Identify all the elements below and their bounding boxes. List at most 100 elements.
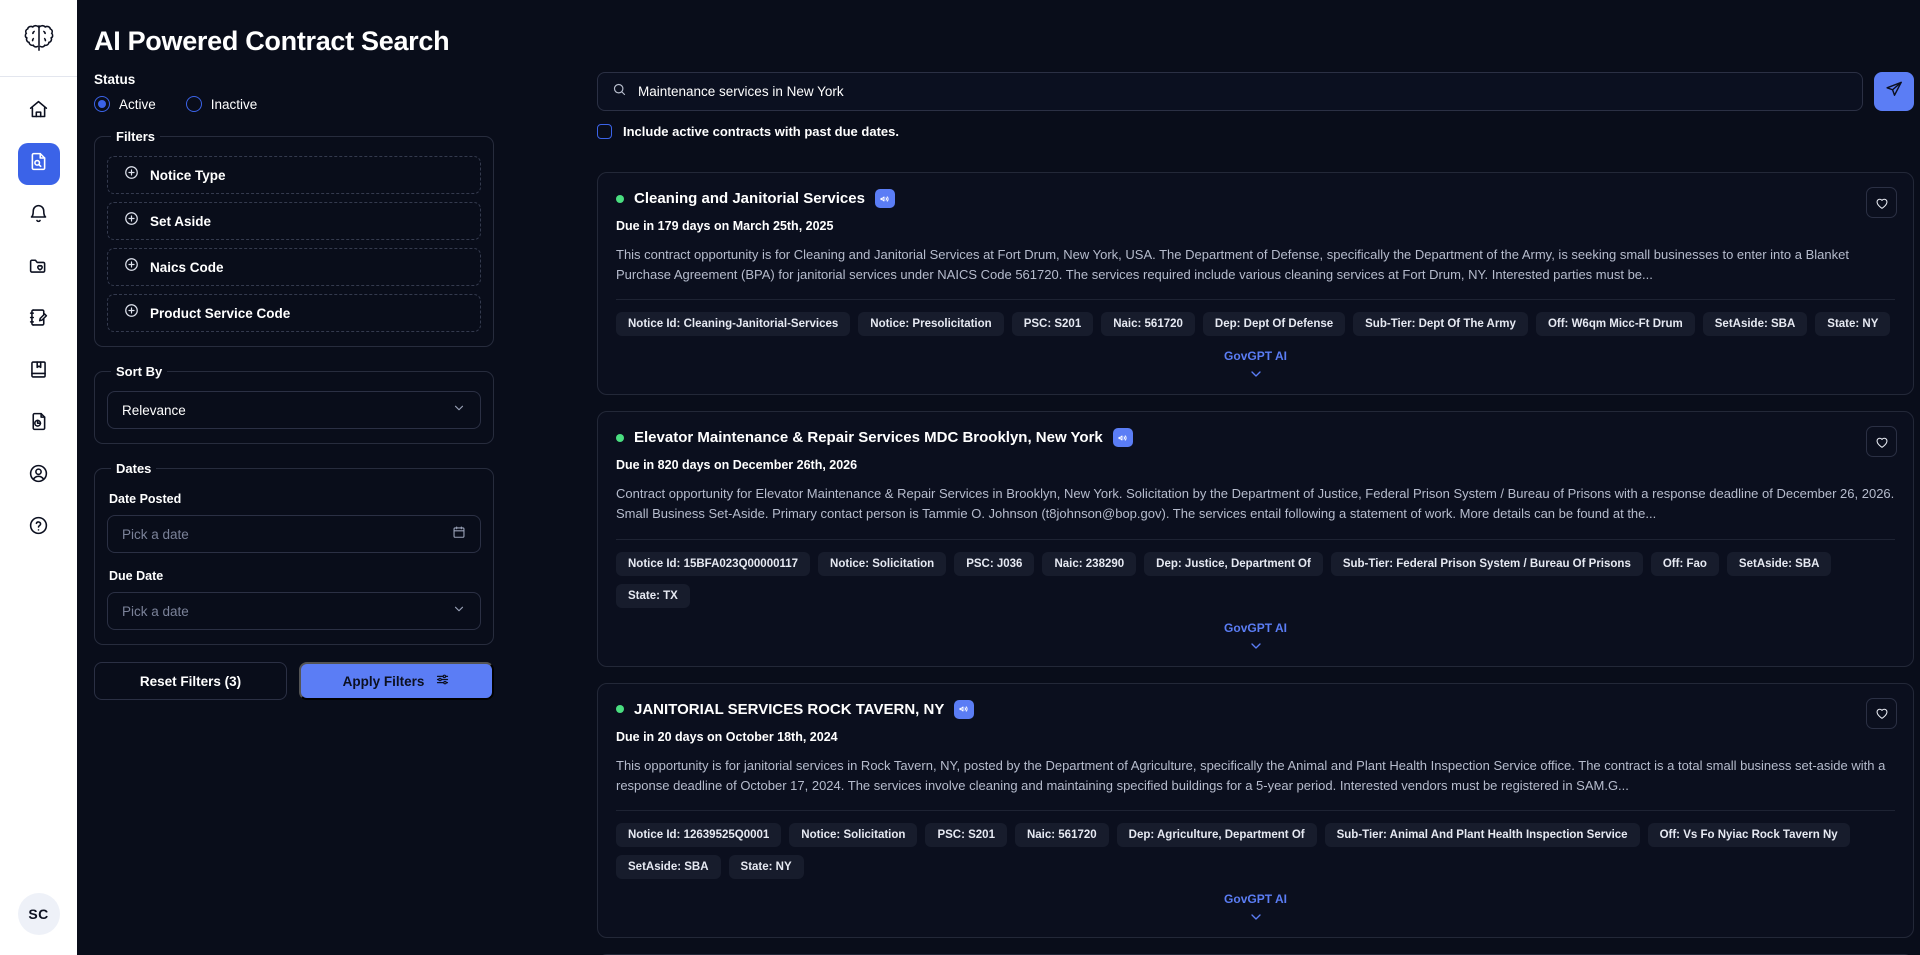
tag-state[interactable]: State: TX xyxy=(616,583,690,608)
result-card[interactable]: JANITORIAL SERVICES ROCK TAVERN, NY Due … xyxy=(597,682,1914,938)
expand-card-button[interactable] xyxy=(616,638,1895,654)
save-contract-button[interactable] xyxy=(1866,697,1897,729)
status-badge xyxy=(616,194,624,203)
tag-naic[interactable]: Naic: 238290 xyxy=(1042,551,1137,576)
sidebar-item-notes[interactable] xyxy=(18,299,60,341)
filter-actions: Reset Filters (3) Apply Filters xyxy=(94,662,494,700)
radio-indicator-active xyxy=(94,96,110,112)
result-due-date: Due in 820 days on December 26th, 2026 xyxy=(616,458,858,473)
sidebar-item-contract-search[interactable] xyxy=(17,143,60,185)
expand-card-button[interactable] xyxy=(616,909,1895,925)
tag-setaside[interactable]: SetAside: SBA xyxy=(1726,551,1832,576)
due-date-input[interactable]: Pick a date xyxy=(107,592,481,630)
speaker-icon[interactable] xyxy=(954,699,975,719)
accordion-naics-code-label: Naics Code xyxy=(150,259,224,275)
calendar-icon xyxy=(452,525,466,544)
apply-filters-label: Apply Filters xyxy=(342,673,425,689)
govgpt-ai-link[interactable]: GovGPT AI xyxy=(616,892,1895,906)
reset-filters-button[interactable]: Reset Filters (3) xyxy=(94,662,287,700)
tag-sub-tier[interactable]: Sub-Tier: Federal Prison System / Bureau… xyxy=(1330,551,1643,576)
tag-psc[interactable]: PSC: J036 xyxy=(954,551,1035,576)
result-tags: Notice Id: Cleaning-Janitorial-Services … xyxy=(616,312,1895,337)
result-card[interactable]: Cleaning and Janitorial Services Due in … xyxy=(597,172,1914,396)
filters-legend: Filters xyxy=(116,129,156,144)
brain-logo-icon[interactable] xyxy=(0,0,77,76)
sidebar-item-home[interactable] xyxy=(18,91,60,133)
sidebar-item-account[interactable] xyxy=(18,455,60,497)
sidebar-item-saved[interactable] xyxy=(18,247,60,289)
folder-heart-icon xyxy=(28,255,49,281)
tag-dep[interactable]: Dep: Dept Of Defense xyxy=(1202,312,1346,337)
status-badge xyxy=(616,705,624,714)
status-radio-active-label: Active xyxy=(119,96,156,112)
tag-state[interactable]: State: NY xyxy=(728,854,804,879)
left-nav-rail: SC xyxy=(0,0,77,955)
accordion-notice-type[interactable]: Notice Type xyxy=(107,156,481,194)
accordion-product-service-code[interactable]: Product Service Code xyxy=(107,294,481,332)
result-title: Cleaning and Janitorial Services xyxy=(634,190,865,207)
sidebar-item-library[interactable] xyxy=(18,351,60,393)
results-list[interactable]: Cleaning and Janitorial Services Due in … xyxy=(597,172,1914,955)
tag-notice-id[interactable]: Notice Id: 15BFA023Q00000117 xyxy=(616,551,811,576)
tag-naic[interactable]: Naic: 561720 xyxy=(1101,312,1195,337)
tag-off[interactable]: Off: W6qm Micc-Ft Drum xyxy=(1535,312,1695,337)
govgpt-ai-link[interactable]: GovGPT AI xyxy=(616,621,1895,635)
tag-notice-type[interactable]: Notice: Presolicitation xyxy=(858,312,1004,337)
accordion-product-service-code-label: Product Service Code xyxy=(150,305,291,321)
sidebar-item-notifications[interactable] xyxy=(18,195,60,237)
speaker-icon[interactable] xyxy=(1112,428,1133,448)
save-contract-button[interactable] xyxy=(1866,426,1897,458)
page: AI Powered Contract Search Status Active… xyxy=(77,0,1920,955)
avatar[interactable]: SC xyxy=(17,893,60,935)
status-radio-group: Active Inactive xyxy=(94,96,494,112)
accordion-set-aside[interactable]: Set Aside xyxy=(107,202,481,240)
tag-notice-type[interactable]: Notice: Solicitation xyxy=(789,822,918,847)
govgpt-ai-link[interactable]: GovGPT AI xyxy=(616,349,1895,363)
tag-off[interactable]: Off: Fao xyxy=(1650,551,1719,576)
status-radio-active[interactable]: Active xyxy=(94,96,156,112)
rail-divider xyxy=(0,76,77,77)
rail-items xyxy=(17,91,60,549)
plus-circle-icon xyxy=(124,257,139,277)
search-input-value: Maintenance services in New York xyxy=(638,84,844,99)
sort-by-fieldset: Sort By Relevance xyxy=(94,364,494,444)
result-due-date: Due in 20 days on October 18th, 2024 xyxy=(616,729,838,744)
status-radio-inactive[interactable]: Inactive xyxy=(185,96,257,112)
tag-state[interactable]: State: NY xyxy=(1815,312,1891,337)
tag-dep[interactable]: Dep: Agriculture, Department Of xyxy=(1116,822,1317,847)
date-posted-input[interactable]: Pick a date xyxy=(107,515,481,553)
tag-notice-id[interactable]: Notice Id: 12639525Q0001 xyxy=(616,822,782,847)
tag-notice-id[interactable]: Notice Id: Cleaning-Janitorial-Services xyxy=(616,312,851,337)
sort-by-value: Relevance xyxy=(122,402,186,418)
filters-panel: Status Active Inactive Filters Notice Ty… xyxy=(94,72,494,700)
expand-card-button[interactable] xyxy=(616,366,1895,382)
accordion-naics-code[interactable]: Naics Code xyxy=(107,248,481,286)
result-due-date: Due in 179 days on March 25th, 2025 xyxy=(616,219,834,233)
tag-setaside[interactable]: SetAside: SBA xyxy=(1702,312,1808,337)
sort-by-select[interactable]: Relevance xyxy=(107,391,481,429)
result-card[interactable]: Elevator Maintenance & Repair Services M… xyxy=(597,411,1914,667)
tag-naic[interactable]: Naic: 561720 xyxy=(1014,822,1109,847)
tag-sub-tier[interactable]: Sub-Tier: Dept Of The Army xyxy=(1353,312,1528,337)
sidebar-item-reports[interactable] xyxy=(18,403,60,445)
tag-psc[interactable]: PSC: S201 xyxy=(925,822,1007,847)
search-submit-button[interactable] xyxy=(1874,72,1914,111)
tag-psc[interactable]: PSC: S201 xyxy=(1011,312,1094,337)
save-contract-button[interactable] xyxy=(1866,187,1897,218)
apply-filters-button[interactable]: Apply Filters xyxy=(299,662,494,700)
speaker-icon[interactable] xyxy=(874,189,895,208)
tag-notice-type[interactable]: Notice: Solicitation xyxy=(818,551,947,576)
search-input[interactable]: Maintenance services in New York xyxy=(597,72,1863,111)
result-title: Elevator Maintenance & Repair Services M… xyxy=(634,429,1103,447)
card-divider xyxy=(616,299,1895,301)
tag-sub-tier[interactable]: Sub-Tier: Animal And Plant Health Inspec… xyxy=(1324,822,1640,847)
past-due-label: Include active contracts with past due d… xyxy=(623,124,899,139)
sidebar-item-help[interactable] xyxy=(18,507,60,549)
help-circle-icon xyxy=(28,515,49,541)
tag-setaside[interactable]: SetAside: SBA xyxy=(616,854,721,879)
past-due-checkbox[interactable] xyxy=(597,124,612,139)
results-panel: Maintenance services in New York Include… xyxy=(597,72,1920,955)
tag-dep[interactable]: Dep: Justice, Department Of xyxy=(1144,551,1323,576)
tag-off[interactable]: Off: Vs Fo Nyiac Rock Tavern Ny xyxy=(1647,822,1850,847)
accordion-set-aside-label: Set Aside xyxy=(150,213,212,229)
